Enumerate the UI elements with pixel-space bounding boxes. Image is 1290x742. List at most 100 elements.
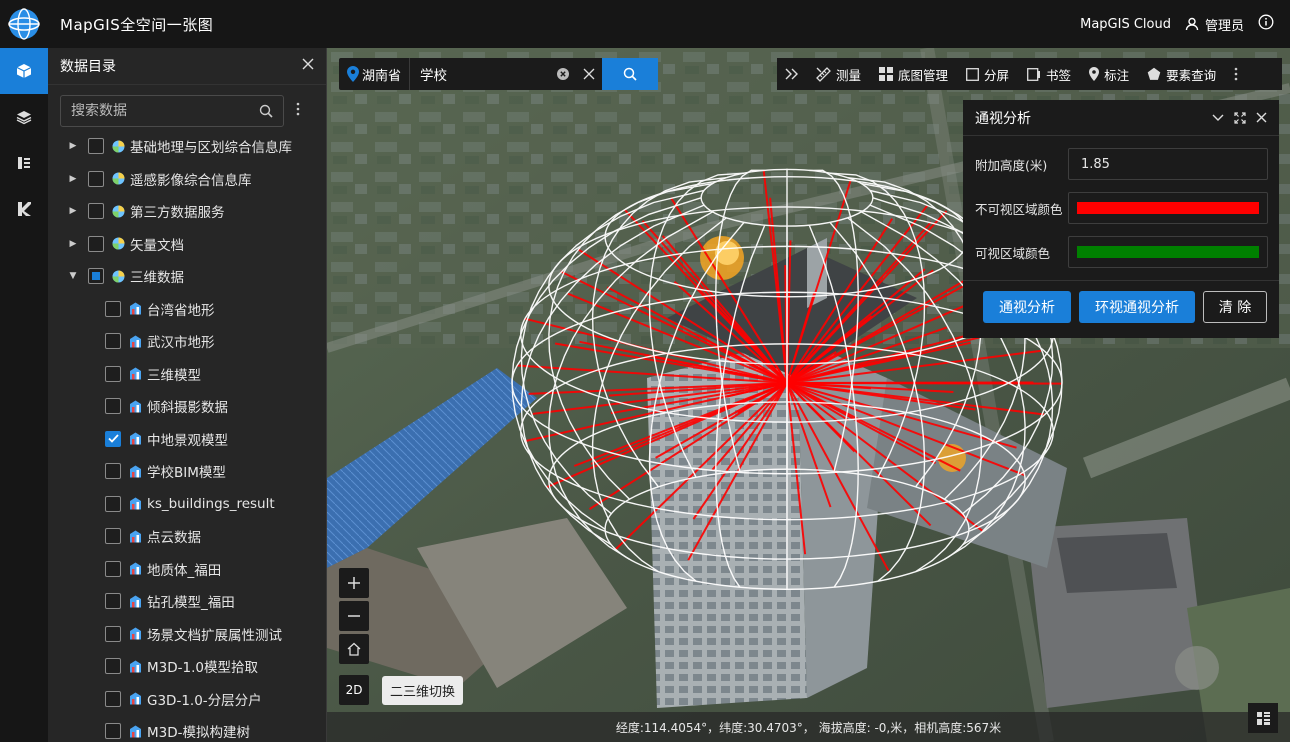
home-button[interactable] [339, 634, 369, 664]
more-vertical-icon[interactable] [296, 102, 300, 120]
tree-checkbox[interactable] [105, 593, 121, 610]
tool-basemap[interactable]: 底图管理 [870, 58, 957, 90]
fullscreen-icon[interactable] [1234, 111, 1246, 124]
service-icon [112, 270, 125, 283]
close-icon[interactable] [1256, 112, 1267, 123]
model-icon [129, 497, 142, 510]
clear-button[interactable]: 清 除 [1203, 291, 1267, 323]
tool-split[interactable]: 分屏 [957, 58, 1018, 90]
rail-layers[interactable] [0, 94, 48, 140]
tree-checkbox[interactable] [88, 235, 104, 252]
map-widget-button[interactable] [1248, 703, 1278, 733]
tree-checkbox[interactable] [88, 170, 104, 187]
tree-node[interactable]: ks_buildings_result [48, 488, 312, 521]
rail-data-catalog[interactable] [0, 48, 48, 94]
toolbar-more-icon[interactable] [1225, 58, 1247, 90]
cloud-link[interactable]: MapGIS Cloud [1080, 17, 1171, 32]
tree-node[interactable]: ▶ 矢量文档 [48, 228, 312, 261]
caret-right-icon[interactable]: ▶ [66, 206, 80, 216]
clear-input-icon[interactable] [550, 68, 576, 80]
caret-right-icon[interactable]: ▶ [66, 141, 80, 151]
rail-brand[interactable] [0, 186, 48, 232]
map-view[interactable]: 湖南省 学校 测量 底图管理 分屏 书签 标注 要素查询 通视分析 附加高度(米… [327, 48, 1290, 742]
toggle-2d-3d-button[interactable]: 2D [339, 675, 369, 705]
search-icon[interactable] [259, 104, 273, 118]
tree-checkbox[interactable] [88, 203, 104, 220]
panel-header: 数据目录 [48, 48, 326, 85]
tree-checkbox[interactable] [105, 333, 121, 350]
tree-checkbox[interactable] [105, 398, 121, 415]
region-label: 湖南省 [362, 68, 402, 84]
tree-checkbox[interactable] [105, 690, 121, 707]
ring-visibility-button[interactable]: 环视通视分析 [1079, 291, 1195, 323]
tree-node[interactable]: 中地景观模型 [48, 423, 312, 456]
search-button[interactable] [602, 58, 659, 90]
model-icon [129, 302, 142, 315]
zoom-out-button[interactable] [339, 601, 369, 631]
tree-node[interactable]: M3D-模拟构建树 [48, 715, 312, 742]
tree-checkbox[interactable] [105, 528, 121, 545]
toggle-tooltip: 二三维切换 [382, 676, 464, 705]
rail-list[interactable] [0, 140, 48, 186]
caret-down-icon[interactable]: ▼ [66, 271, 80, 281]
model-icon [129, 367, 142, 380]
catalog-search-box[interactable] [60, 95, 284, 127]
tree-node[interactable]: M3D-1.0模型拾取 [48, 650, 312, 683]
collapse-icon[interactable] [1212, 114, 1224, 122]
tree-checkbox[interactable] [105, 625, 121, 642]
user-menu[interactable]: 管理员 [1185, 15, 1244, 34]
tree-checkbox[interactable] [105, 365, 121, 382]
caret-right-icon[interactable]: ▶ [66, 174, 80, 184]
globe-logo-icon[interactable] [0, 0, 48, 48]
tree-node[interactable]: ▶ 遥感影像综合信息库 [48, 163, 312, 196]
app-root: MapGIS全空间一张图 MapGIS Cloud 管理员 数据目录 搜索数据 … [0, 0, 1290, 742]
tool-annotate[interactable]: 标注 [1080, 58, 1138, 90]
height-label: 附加高度(米) [975, 157, 1048, 173]
visible-color-picker[interactable] [1068, 236, 1268, 268]
map-search-input[interactable]: 学校 [410, 58, 550, 90]
catalog-search-input[interactable] [71, 103, 259, 119]
tree-node[interactable]: 地质体_福田 [48, 553, 312, 586]
tree-node[interactable]: 武汉市地形 [48, 325, 312, 358]
zoom-in-button[interactable] [339, 568, 369, 598]
model-icon [129, 595, 142, 608]
tree-node[interactable]: G3D-1.0-分层分户 [48, 683, 312, 716]
analysis-header: 通视分析 [963, 100, 1279, 136]
tree-node[interactable]: 台湾省地形 [48, 293, 312, 326]
tree-node[interactable]: 倾斜摄影数据 [48, 390, 312, 423]
tree-node[interactable]: 学校BIM模型 [48, 455, 312, 488]
line-of-sight-button[interactable]: 通视分析 [983, 291, 1071, 323]
service-icon [112, 172, 125, 185]
tool-measure[interactable]: 测量 [807, 58, 870, 90]
close-search-icon[interactable] [576, 68, 602, 80]
tree-checkbox[interactable] [105, 495, 121, 512]
tree-checkbox[interactable] [105, 560, 121, 577]
grid-icon [879, 67, 894, 81]
widgets-icon [1256, 711, 1270, 725]
model-icon [129, 465, 142, 478]
tree-node[interactable]: 场景文档扩展属性测试 [48, 618, 312, 651]
tree-checkbox[interactable] [88, 268, 104, 285]
tree-node[interactable]: ▶ 基础地理与区划综合信息库 [48, 130, 312, 163]
tree-checkbox[interactable] [105, 463, 121, 480]
info-icon[interactable] [1258, 14, 1274, 34]
tree-node[interactable]: ▶ 第三方数据服务 [48, 195, 312, 228]
tree-checkbox[interactable] [88, 138, 104, 155]
tree-node[interactable]: 三维模型 [48, 358, 312, 391]
tree-checkbox[interactable] [105, 300, 121, 317]
tree-node[interactable]: 点云数据 [48, 520, 312, 553]
tree-node-label: M3D-模拟构建树 [147, 725, 251, 742]
tree-node[interactable]: ▼ 三维数据 [48, 260, 312, 293]
tree-node[interactable]: 钻孔模型_福田 [48, 585, 312, 618]
height-input[interactable]: 1.85 [1068, 148, 1268, 180]
tree-checkbox[interactable] [105, 658, 121, 675]
region-selector[interactable]: 湖南省 [339, 58, 409, 90]
tree-checkbox[interactable] [105, 430, 121, 447]
panel-close-icon[interactable] [302, 58, 314, 74]
invisible-color-picker[interactable] [1068, 192, 1268, 224]
tree-checkbox[interactable] [105, 723, 121, 740]
tool-feature-query[interactable]: 要素查询 [1138, 58, 1225, 90]
tool-bookmark[interactable]: 书签 [1018, 58, 1080, 90]
caret-right-icon[interactable]: ▶ [66, 239, 80, 249]
toolbar-expand-icon[interactable] [777, 58, 807, 90]
